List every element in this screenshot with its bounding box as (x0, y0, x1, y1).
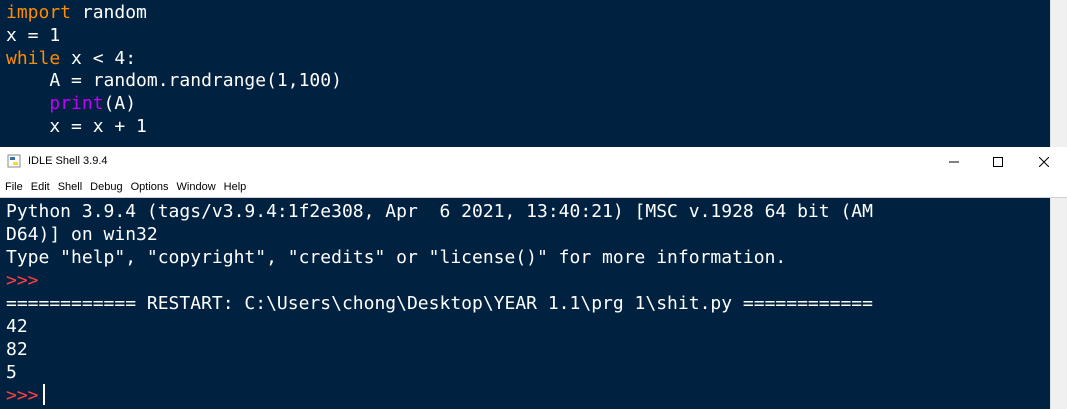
banner-line: D64)] on win32 (6, 224, 158, 245)
menu-debug[interactable]: Debug (90, 180, 122, 194)
menu-window[interactable]: Window (177, 180, 216, 194)
menu-help[interactable]: Help (224, 180, 247, 194)
restart-line: ============ RESTART: C:\Users\chong\Des… (6, 293, 873, 314)
editor-scrollbar[interactable] (1050, 0, 1067, 147)
code-line-5: print(A) (6, 93, 342, 116)
keyword-while: while (6, 47, 61, 69)
banner-line: Python 3.9.4 (tags/v3.9.4:1f2e308, Apr 6… (6, 201, 873, 222)
menu-edit[interactable]: Edit (31, 180, 50, 194)
menu-bar: File Edit Shell Debug Options Window Hel… (0, 176, 1067, 197)
code-line-6: x = x + 1 (6, 115, 147, 137)
close-icon (1039, 156, 1049, 167)
banner-line: Type "help", "copyright", "credits" or "… (6, 247, 787, 268)
shell-scrollbar[interactable] (1050, 198, 1067, 409)
text-cursor (42, 384, 45, 405)
code-text: x < 4: (60, 47, 137, 69)
shell-prompt: >>> (6, 385, 39, 406)
maximize-button[interactable] (975, 147, 1021, 176)
code-line-2: x = 1 (6, 24, 61, 46)
code-line-4: A = random.randrange(1,100) (6, 70, 342, 92)
builtin-print: print (49, 93, 104, 115)
close-button[interactable] (1021, 147, 1067, 176)
output-line: 82 (6, 339, 28, 360)
code-line-1: import random (6, 2, 342, 25)
shell-output-area[interactable]: Python 3.9.4 (tags/v3.9.4:1f2e308, Apr 6… (0, 197, 1067, 409)
maximize-icon (993, 156, 1003, 167)
shell-prompt: >>> (6, 270, 39, 291)
shell-text[interactable]: Python 3.9.4 (tags/v3.9.4:1f2e308, Apr 6… (6, 200, 873, 407)
code-text: (A) (103, 93, 137, 115)
keyword-import: import (6, 2, 72, 23)
editor-code[interactable]: import random x = 1 while x < 4: A = rando… (6, 2, 342, 139)
menu-options[interactable]: Options (131, 180, 169, 194)
code-text: random (71, 2, 147, 23)
editor-pane[interactable]: import random x = 1 while x < 4: A = rando… (0, 0, 1067, 147)
input-line[interactable]: >>> (6, 384, 873, 407)
python-idle-icon (7, 154, 21, 168)
window-title: IDLE Shell 3.9.4 (28, 155, 108, 167)
minimize-icon (949, 161, 959, 162)
title-bar[interactable]: IDLE Shell 3.9.4 (0, 147, 1067, 176)
output-line: 42 (6, 316, 28, 337)
minimize-button[interactable] (931, 147, 977, 176)
idle-shell-window: IDLE Shell 3.9.4 File Edit Shell Debug O… (0, 147, 1067, 409)
menu-file[interactable]: File (5, 180, 23, 194)
menu-shell[interactable]: Shell (58, 180, 82, 194)
code-line-3: while x < 4: (6, 48, 342, 71)
output-line: 5 (6, 362, 17, 383)
